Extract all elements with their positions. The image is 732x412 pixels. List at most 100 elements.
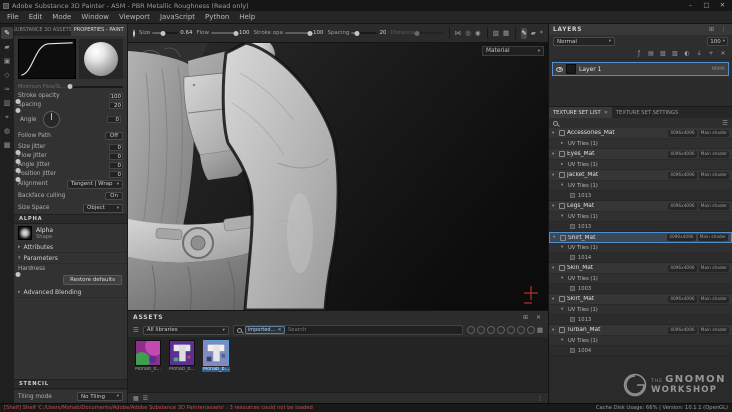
close-panel-icon[interactable]: ✕ [534, 314, 543, 321]
assets-more-icon[interactable]: ⋮ [537, 395, 543, 402]
minimum-flow-slider[interactable] [67, 84, 123, 89]
size-jitter-value[interactable]: 0 [109, 143, 123, 151]
toolbar-size-slider[interactable] [152, 30, 179, 36]
tiling-mode-dropdown[interactable]: No Tiling ▾ [77, 392, 123, 401]
alpha-row[interactable]: Alpha Shape [14, 224, 127, 242]
menu-viewport[interactable]: Viewport [114, 11, 155, 24]
menu-edit[interactable]: Edit [24, 11, 48, 24]
paint-mode-icon[interactable]: ✎ [521, 27, 527, 39]
clone-tool-icon[interactable]: ▥ [1, 97, 13, 109]
remove-filter-icon[interactable]: ✕ [277, 327, 281, 334]
add-layer-icon[interactable]: ▤ [646, 49, 656, 59]
stroke-opacity-value[interactable]: 100 [108, 92, 123, 100]
viewport-material-dropdown[interactable]: Material ▾ [482, 46, 544, 56]
layer-visibility-icon[interactable] [556, 66, 563, 72]
asset-item[interactable]: Mohab_b... [168, 340, 196, 372]
chevron-down-icon[interactable]: ▾ [561, 276, 566, 281]
grid-snap-icon[interactable]: ▦ [503, 28, 509, 39]
close-button[interactable]: ✕ [716, 0, 729, 11]
menu-python[interactable]: Python [200, 11, 234, 24]
angle-jitter-value[interactable]: 0 [109, 161, 123, 169]
menu-javascript[interactable]: JavaScript [155, 11, 200, 24]
assets-search-input[interactable] [287, 327, 336, 333]
uv-tiles-row[interactable]: ▾ UV Tiles (1) [549, 243, 732, 253]
layer-thumbnail[interactable] [566, 64, 576, 74]
brush-falloff-curve[interactable] [18, 39, 76, 79]
follow-path-toggle[interactable]: Off [104, 132, 123, 140]
udim-tile-row[interactable]: 1003 [549, 284, 732, 294]
uv-tiles-row[interactable]: ▾ UV Tiles (1) [549, 181, 732, 191]
library-dropdown[interactable]: All libraries ▾ [142, 325, 229, 335]
add-mask-icon[interactable]: ◐ [682, 49, 692, 59]
asset-thumbnail[interactable] [203, 340, 229, 366]
texture-set-row[interactable]: ▾ Skirt_Mat 4096x4096 Main shader [549, 294, 732, 305]
angle-dial[interactable] [42, 111, 60, 128]
advanced-blending-section[interactable]: ▸ Advanced Blending [14, 287, 127, 298]
menu-file[interactable]: File [2, 11, 24, 24]
import-layer-icon[interactable]: ↓ [694, 49, 704, 59]
toolbar-flow-value[interactable]: 100 [239, 30, 250, 36]
tab-texture-set-settings[interactable]: TEXTURE SET SETTINGS [612, 107, 682, 118]
layer-opacity-field[interactable]: 100 ▾ [707, 37, 728, 46]
filter-brushes-icon[interactable] [496, 326, 505, 334]
chevron-down-icon[interactable]: ▾ [552, 152, 557, 157]
viewport-3d[interactable]: Material ▾ [128, 43, 548, 310]
texture-set-row[interactable]: ▾ Accessories_Mat 4096x4096 Main shader [549, 128, 732, 139]
viewport-3d-render[interactable] [128, 43, 548, 310]
backface-culling-toggle[interactable]: On [105, 192, 123, 200]
symmetry-icon[interactable]: ⋈ [455, 28, 462, 39]
add-fill-layer-icon[interactable]: ▧ [658, 49, 668, 59]
brush-tip-icon[interactable] [133, 28, 135, 38]
filter-smart-masks-icon[interactable] [486, 326, 495, 334]
chevron-down-icon[interactable]: ▾ [552, 173, 557, 178]
parameters-section[interactable]: ▾ Parameters [14, 253, 127, 264]
maximize-button[interactable]: □ [700, 0, 713, 11]
asset-item[interactable]: Mohab_b... [133, 337, 164, 372]
asset-item-selected[interactable]: Mohab_b... [202, 340, 230, 372]
udim-tile-row[interactable]: 1004 [549, 346, 732, 356]
texture-set-row[interactable]: ▾ Jacket_Mat 4096x4096 Main shader [549, 170, 732, 181]
restore-defaults-button[interactable]: Restore defaults [63, 275, 122, 285]
thumbnail-view-icon[interactable]: ▦ [133, 395, 139, 402]
filter-environments-icon[interactable] [526, 326, 535, 334]
fill-mode-icon[interactable]: ▧ [493, 28, 499, 39]
uv-tiles-row[interactable]: ▸ UV Tiles (1) [549, 160, 732, 170]
toolbar-spacing-value[interactable]: 20 [379, 30, 386, 36]
texture-set-row-selected[interactable]: ▾ Shirt_Mat 4096x4096 Main shader [549, 232, 732, 243]
position-jitter-value[interactable]: 0 [109, 170, 123, 178]
search-icon[interactable] [553, 120, 558, 126]
smudge-tool-icon[interactable]: ≈ [1, 83, 13, 95]
menu-window[interactable]: Window [76, 11, 114, 24]
filter-textures-icon[interactable] [516, 326, 525, 334]
alpha-thumbnail[interactable] [18, 226, 32, 240]
udim-tile-row[interactable]: 1014 [549, 253, 732, 263]
filter-materials-icon[interactable] [466, 326, 475, 334]
minimize-button[interactable]: – [684, 0, 697, 11]
chevron-down-icon[interactable]: ▾ [552, 328, 557, 333]
assets-search-box[interactable]: imported... ✕ [232, 325, 463, 335]
chevron-right-icon[interactable]: ▸ [561, 162, 566, 167]
list-view-icon[interactable]: ☰ [143, 395, 148, 402]
chevron-down-icon[interactable]: ▾ [561, 245, 566, 250]
erase-mode-icon[interactable]: ▰ [531, 28, 536, 39]
chevron-down-icon[interactable]: ▾ [561, 307, 566, 312]
add-icon[interactable]: + [706, 49, 716, 59]
texture-set-row[interactable]: ▾ Turban_Mat 4096x4096 Main shader [549, 325, 732, 336]
add-effect-icon[interactable]: ƒ [634, 49, 644, 59]
flow-jitter-value[interactable]: 0 [109, 152, 123, 160]
close-tab-icon[interactable]: ✕ [604, 110, 608, 116]
toolbar-size-value[interactable]: 0.64 [180, 30, 192, 36]
menu-mode[interactable]: Mode [47, 11, 76, 24]
layer-row-selected[interactable]: Layer 1 NRMR [552, 62, 729, 76]
attributes-section[interactable]: ▸ Attributes [14, 242, 127, 253]
asset-thumbnail[interactable] [169, 340, 195, 366]
asset-thumbnail[interactable] [133, 337, 164, 369]
chevron-down-icon[interactable]: ▾ [552, 131, 557, 136]
toolbar-settings-icon[interactable]: * [540, 28, 543, 39]
grid-view-icon[interactable]: ▦ [537, 326, 543, 334]
library-menu-icon[interactable]: ☰ [133, 326, 139, 334]
blend-mode-dropdown[interactable]: Normal ▾ [553, 37, 615, 46]
quick-mask-tool-icon[interactable]: ◍ [1, 125, 13, 137]
menu-help[interactable]: Help [234, 11, 260, 24]
spacing-value[interactable]: 20 [109, 101, 123, 109]
